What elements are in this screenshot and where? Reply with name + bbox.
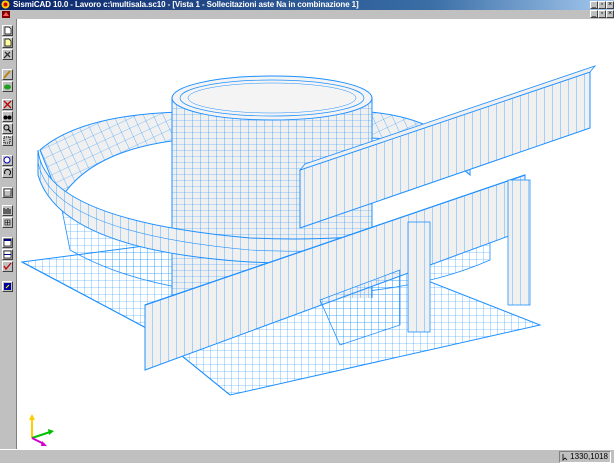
rotate-icon[interactable] xyxy=(2,167,13,178)
child-close-button[interactable]: × xyxy=(606,10,614,18)
grid-icon[interactable] xyxy=(2,217,13,228)
bars-icon[interactable] xyxy=(2,205,13,216)
status-bar: 1330,1018 xyxy=(0,449,614,463)
cursor-icon xyxy=(562,453,568,461)
close-button[interactable]: × xyxy=(606,1,614,9)
column-1 xyxy=(407,221,431,333)
binoculars-icon[interactable] xyxy=(2,111,13,122)
3d-viewport[interactable] xyxy=(17,19,614,449)
child-minimize-button[interactable]: _ xyxy=(590,10,598,18)
zoom-icon[interactable] xyxy=(2,123,13,134)
axis-triad xyxy=(29,414,54,446)
table-icon[interactable] xyxy=(2,187,13,198)
export-icon[interactable] xyxy=(2,281,13,292)
open-file-icon[interactable] xyxy=(2,37,13,48)
child-restore-button[interactable]: ▫ xyxy=(598,10,606,18)
sismicad-app-icon[interactable] xyxy=(1,0,10,9)
structure-wireframe[interactable] xyxy=(17,19,614,449)
y-axis xyxy=(31,431,51,439)
left-toolbar xyxy=(0,19,17,449)
maximize-button[interactable]: ▫ xyxy=(598,1,606,9)
sismicad-icon[interactable] xyxy=(2,11,10,18)
window-title: SismiCAD 10.0 - Lavoro c:\multisala.sc10… xyxy=(13,0,359,9)
menu-bar: _ ▫ × xyxy=(0,10,614,19)
minimize-button[interactable]: _ xyxy=(590,1,598,9)
window-split-icon[interactable] xyxy=(2,249,13,260)
cross-icon[interactable] xyxy=(2,99,13,110)
tools-icon[interactable] xyxy=(2,49,13,60)
layers-icon[interactable] xyxy=(2,81,13,92)
coordinate-readout: 1330,1018 xyxy=(559,451,611,463)
zoom-all-icon[interactable] xyxy=(2,155,13,166)
column-2 xyxy=(507,179,531,306)
title-bar[interactable]: SismiCAD 10.0 - Lavoro c:\multisala.sc10… xyxy=(0,0,614,10)
zoom-window-icon[interactable] xyxy=(2,135,13,146)
new-file-icon[interactable] xyxy=(2,25,13,36)
window-icon[interactable] xyxy=(2,237,13,248)
pencil-icon[interactable] xyxy=(2,69,13,80)
check-icon[interactable] xyxy=(2,261,13,272)
